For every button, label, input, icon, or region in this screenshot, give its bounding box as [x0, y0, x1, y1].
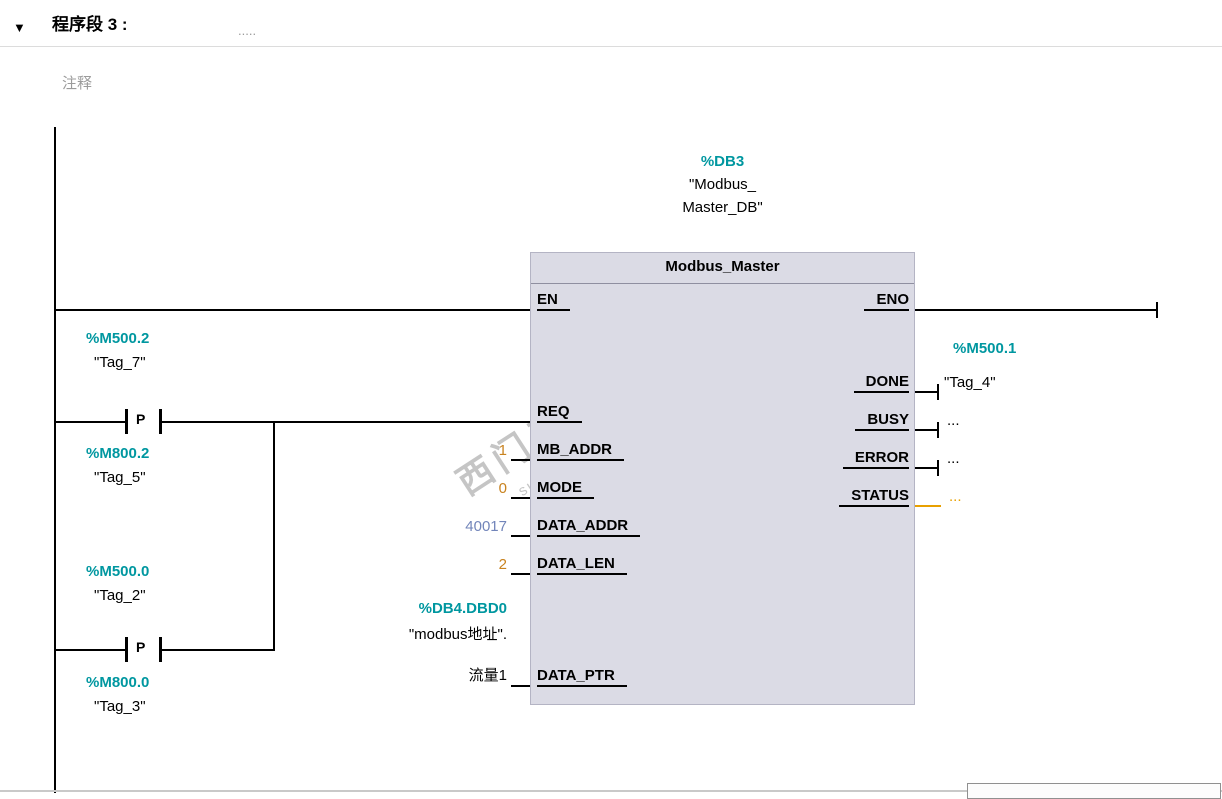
pin-eno[interactable]: ENO — [864, 292, 909, 311]
contact1-tag[interactable]: "Tag_7" — [94, 354, 146, 372]
contact1-edge-tag[interactable]: "Tag_5" — [94, 469, 146, 487]
wire-status — [915, 505, 941, 507]
contact2-edge-address[interactable]: %M800.0 — [86, 674, 149, 692]
data-ptr-operand[interactable]: %DB4.DBD0 "modbus地址". 流量1 — [300, 600, 507, 685]
contact2-address[interactable]: %M500.0 — [86, 563, 149, 581]
busy-operand[interactable]: ... — [947, 412, 960, 430]
contact1-address[interactable]: %M500.2 — [86, 330, 149, 348]
contact1-right-bar[interactable] — [159, 409, 162, 434]
contact1-p-symbol[interactable]: P — [136, 411, 145, 427]
data-ptr-member: 流量1 — [468, 667, 507, 684]
data-addr-value[interactable]: 40017 — [427, 518, 507, 535]
bottom-right-panel-edge — [967, 783, 1221, 799]
pin-mode[interactable]: MODE — [537, 480, 594, 499]
status-operand[interactable]: ... — [949, 488, 962, 506]
pin-error[interactable]: ERROR — [842, 450, 909, 469]
busy-tick — [937, 422, 939, 438]
pin-mb-addr[interactable]: MB_ADDR — [537, 442, 624, 461]
modbus-master-block[interactable]: Modbus_Master — [530, 252, 915, 705]
done-address[interactable]: %M500.1 — [953, 340, 1016, 358]
header-separator — [0, 46, 1222, 47]
wire-req-left — [54, 421, 125, 423]
wire-eno-end-tick — [1156, 302, 1158, 318]
lad-network-editor: ▼ 程序段 3 : ..... 注释 西门子工业 找答案 support.ind… — [0, 0, 1222, 799]
wire-error — [915, 467, 939, 469]
contact2-p-symbol[interactable]: P — [136, 639, 145, 655]
data-len-value[interactable]: 2 — [427, 556, 507, 573]
contact1-edge-address[interactable]: %M800.2 — [86, 445, 149, 463]
wire-branch2-left — [54, 649, 125, 651]
pin-busy[interactable]: BUSY — [855, 412, 909, 431]
data-ptr-address[interactable]: %DB4.DBD0 — [300, 600, 507, 617]
error-operand[interactable]: ... — [947, 450, 960, 468]
pin-data-addr[interactable]: DATA_ADDR — [537, 518, 641, 537]
pin-en[interactable]: EN — [537, 292, 570, 311]
wire-en — [54, 309, 530, 311]
power-rail — [54, 127, 56, 793]
wire-data-addr — [511, 535, 530, 537]
network-title-placeholder[interactable]: ..... — [238, 22, 256, 40]
wire-busy — [915, 429, 939, 431]
pin-status[interactable]: STATUS — [839, 488, 909, 507]
wire-req-right — [162, 421, 530, 423]
mb-addr-value[interactable]: 1 — [427, 442, 507, 459]
mode-value[interactable]: 0 — [427, 480, 507, 497]
instance-db-address[interactable]: %DB3 — [530, 150, 915, 173]
instance-db-call[interactable]: %DB3 "Modbus_ Master_DB" — [530, 150, 915, 219]
wire-eno — [915, 309, 1158, 311]
contact1-left-bar[interactable] — [125, 409, 128, 434]
data-ptr-name: "modbus地址". — [408, 626, 507, 643]
contact2-edge-tag[interactable]: "Tag_3" — [94, 698, 146, 716]
pin-data-ptr[interactable]: DATA_PTR — [537, 668, 627, 687]
contact2-right-bar[interactable] — [159, 637, 162, 662]
network-comment[interactable]: 注释 — [62, 75, 92, 93]
block-title[interactable]: Modbus_Master — [531, 253, 914, 284]
pin-data-len[interactable]: DATA_LEN — [537, 556, 627, 575]
instance-db-name-line1: "Modbus_ — [688, 176, 757, 193]
wire-done — [915, 391, 939, 393]
instance-db-name-line2: Master_DB" — [682, 199, 763, 216]
done-tag[interactable]: "Tag_4" — [944, 374, 996, 392]
pin-req[interactable]: REQ — [537, 404, 582, 423]
network-collapse-icon[interactable]: ▼ — [13, 19, 26, 37]
wire-mode — [511, 497, 530, 499]
wire-branch2-right — [162, 649, 275, 651]
error-tick — [937, 460, 939, 476]
wire-data-ptr — [511, 685, 530, 687]
network-title[interactable]: 程序段 3 : — [52, 16, 128, 34]
wire-data-len — [511, 573, 530, 575]
wire-mb-addr — [511, 459, 530, 461]
pin-done[interactable]: DONE — [853, 374, 909, 393]
done-tick — [937, 384, 939, 400]
contact2-tag[interactable]: "Tag_2" — [94, 587, 146, 605]
contact2-left-bar[interactable] — [125, 637, 128, 662]
wire-or-branch — [273, 421, 275, 650]
